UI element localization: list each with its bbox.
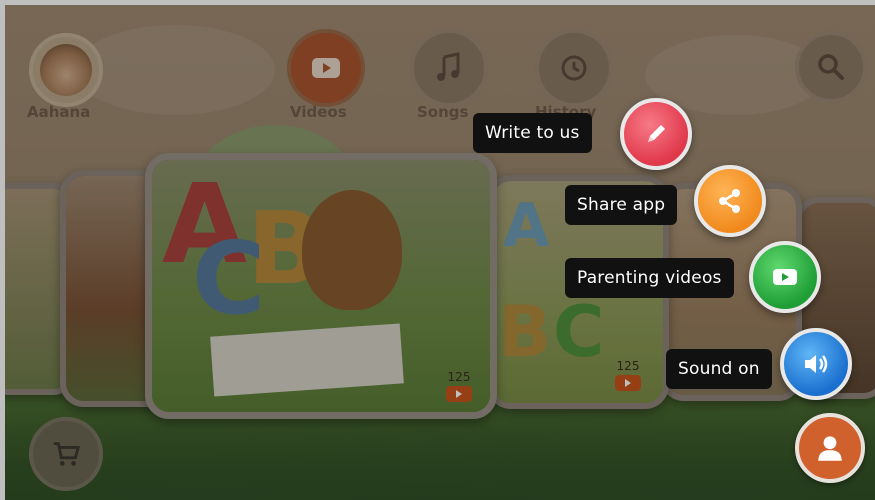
parenting-videos-button[interactable] <box>749 241 821 313</box>
user-menu-button[interactable] <box>795 413 865 483</box>
share-app-label[interactable]: Share app <box>565 185 678 225</box>
pencil-icon <box>648 125 665 142</box>
user-profile-icon <box>818 436 842 461</box>
share-icon <box>719 189 740 213</box>
write-to-us-button[interactable] <box>620 98 692 170</box>
sound-on-label[interactable]: Sound on <box>666 349 772 389</box>
menu-overlay[interactable] <box>0 0 875 500</box>
parenting-videos-label[interactable]: Parenting videos <box>565 258 734 298</box>
sound-toggle-button[interactable] <box>780 328 852 400</box>
share-app-button[interactable] <box>694 165 766 237</box>
write-to-us-label[interactable]: Write to us <box>473 113 592 153</box>
speaker-volume-icon <box>805 355 828 373</box>
youtube-play-icon <box>773 269 797 285</box>
